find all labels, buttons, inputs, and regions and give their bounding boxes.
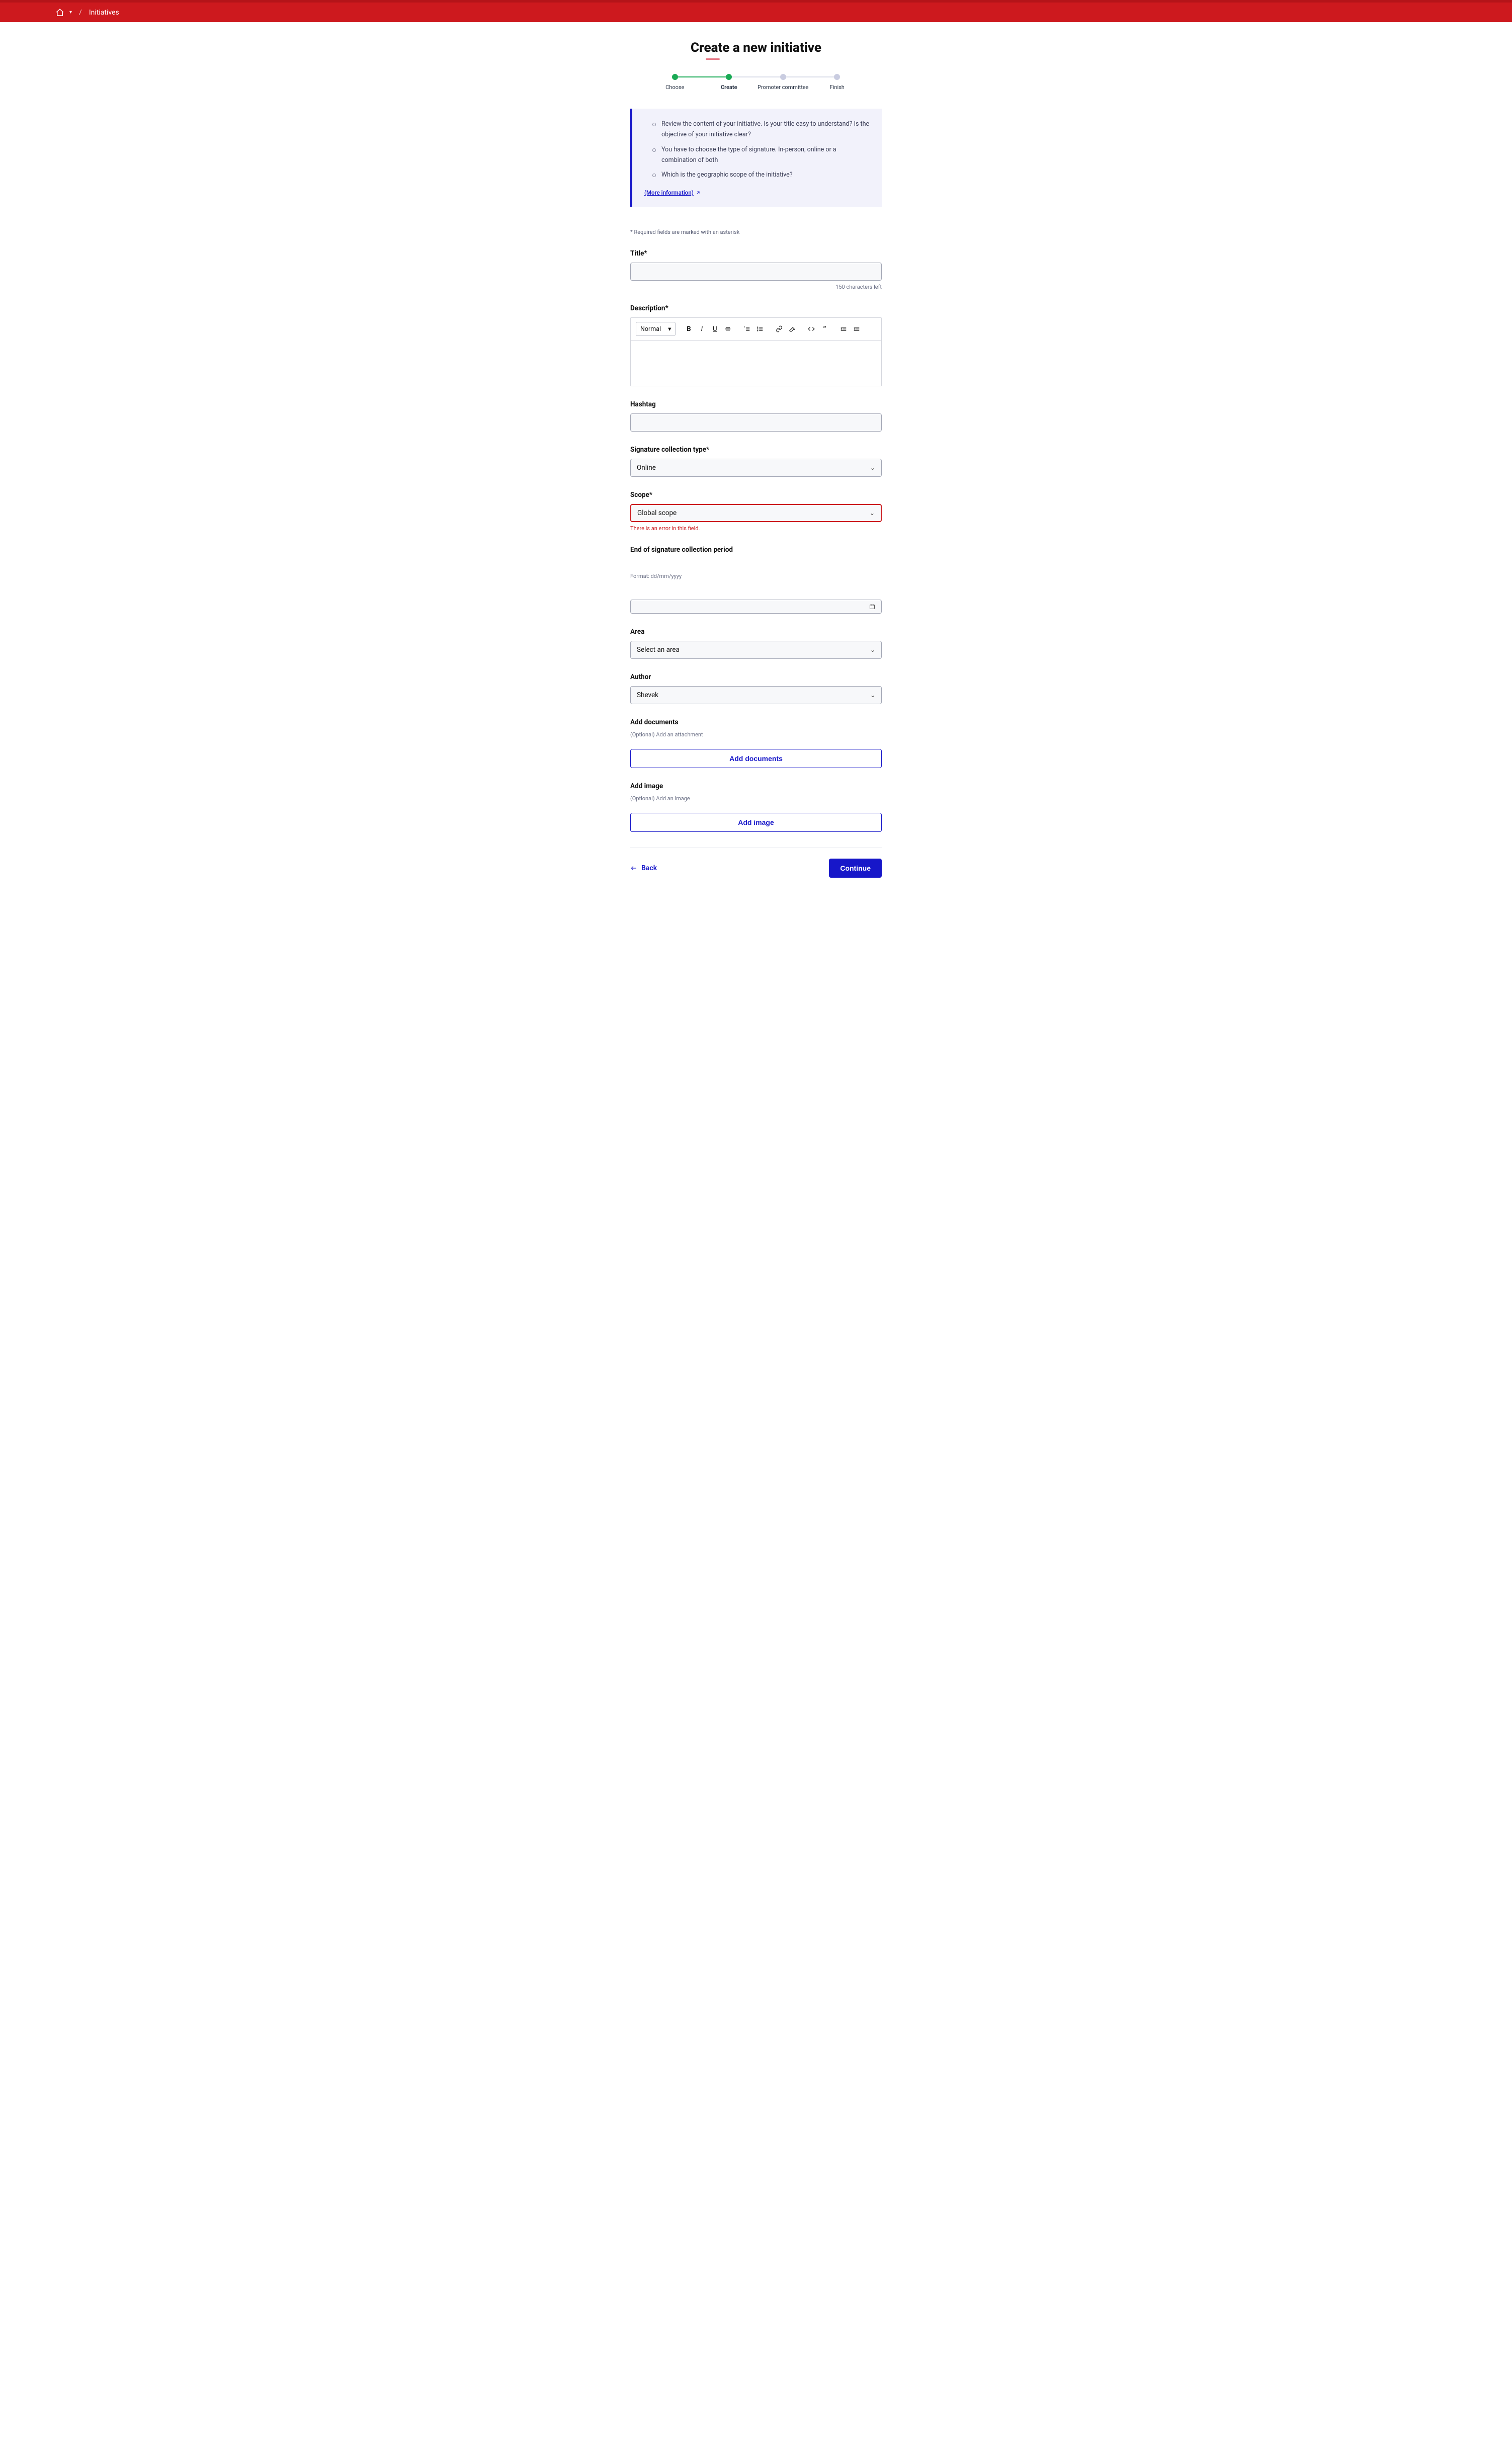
hashtag-input[interactable]	[630, 413, 882, 432]
step-label: Promoter committee	[758, 84, 809, 91]
rich-text-editor: Normal ▾ B I U 1 “	[630, 317, 882, 386]
back-label: Back	[641, 864, 657, 872]
outdent-icon[interactable]	[838, 324, 849, 334]
step-dot	[672, 74, 678, 80]
external-link-icon	[696, 190, 701, 195]
description-input[interactable]	[631, 341, 881, 386]
image-label: Add image	[630, 782, 882, 790]
title-input[interactable]	[630, 263, 882, 281]
more-information-text: (More information)	[644, 189, 694, 196]
info-item: Which is the geographic scope of the ini…	[652, 170, 870, 180]
step-dot	[834, 74, 840, 80]
info-callout: Review the content of your initiative. I…	[630, 109, 882, 207]
format-select[interactable]: Normal ▾	[636, 322, 676, 336]
code-icon[interactable]	[806, 324, 816, 334]
documents-label: Add documents	[630, 718, 882, 726]
image-hint: (Optional) Add an image	[630, 795, 882, 802]
rte-toolbar: Normal ▾ B I U 1 “	[631, 318, 881, 341]
area-select[interactable]: Select an area ⌄	[630, 641, 882, 659]
more-information-link[interactable]: (More information)	[644, 189, 701, 196]
arrow-left-icon	[630, 865, 637, 872]
link-icon[interactable]	[774, 324, 784, 334]
signature-type-select[interactable]: Online ⌄	[630, 459, 882, 477]
area-value: Select an area	[637, 646, 680, 654]
chevron-down-icon: ⌄	[870, 646, 875, 653]
home-icon[interactable]	[55, 8, 64, 17]
italic-icon[interactable]: I	[697, 324, 707, 334]
field-image: Add image (Optional) Add an image Add im…	[630, 782, 882, 832]
top-header: ▾ / Initiatives	[0, 0, 1512, 22]
scope-error-text: There is an error in this field.	[630, 525, 882, 532]
area-label: Area	[630, 628, 882, 636]
page-title: Create a new initiative	[605, 40, 907, 55]
step-dot	[726, 74, 732, 80]
field-title: Title* 150 characters left	[630, 249, 882, 290]
progress-stepper: Choose Create Promoter committee Finish	[648, 74, 864, 91]
step-label: Choose	[665, 84, 684, 91]
step-label: Create	[721, 84, 737, 91]
required-fields-note: * Required fields are marked with an ast…	[630, 229, 882, 235]
field-description: Description* Normal ▾ B I U 1	[630, 304, 882, 386]
signature-type-value: Online	[637, 464, 656, 472]
end-period-label: End of signature collection period	[630, 546, 882, 554]
chevron-down-icon: ⌄	[870, 464, 875, 471]
add-documents-button[interactable]: Add documents	[630, 749, 882, 768]
breadcrumb-separator: /	[79, 9, 82, 17]
calendar-icon	[869, 604, 875, 610]
svg-text:1: 1	[744, 326, 746, 329]
chevron-down-icon[interactable]: ▾	[69, 10, 72, 15]
format-select-value: Normal	[640, 325, 661, 333]
form-actions: Back Continue	[630, 847, 882, 878]
field-author: Author Shevek ⌄	[630, 673, 882, 704]
step-connector	[675, 76, 729, 77]
scope-select[interactable]: Global scope ⌄	[630, 504, 882, 522]
bold-icon[interactable]: B	[684, 324, 694, 334]
author-label: Author	[630, 673, 882, 681]
hashtag-label: Hashtag	[630, 400, 882, 408]
field-area: Area Select an area ⌄	[630, 628, 882, 659]
continue-button[interactable]: Continue	[829, 859, 882, 878]
underline-icon[interactable]: U	[710, 324, 720, 334]
scope-value: Global scope	[637, 509, 677, 517]
end-period-format-hint: Format: dd/mm/yyyy	[630, 573, 882, 579]
field-documents: Add documents (Optional) Add an attachme…	[630, 718, 882, 768]
step-connector	[783, 76, 837, 77]
step-connector	[729, 76, 783, 77]
breadcrumb-current[interactable]: Initiatives	[89, 9, 119, 17]
strikethrough-icon[interactable]	[723, 324, 733, 334]
scope-label: Scope*	[630, 491, 882, 499]
title-underline	[706, 58, 720, 60]
add-image-button[interactable]: Add image	[630, 813, 882, 832]
documents-hint: (Optional) Add an attachment	[630, 731, 882, 738]
field-end-period: End of signature collection period Forma…	[630, 546, 882, 614]
chevron-down-icon: ▾	[668, 325, 671, 333]
end-period-input[interactable]	[630, 600, 882, 614]
info-item: Review the content of your initiative. I…	[652, 119, 870, 140]
blockquote-icon[interactable]: “	[819, 324, 829, 334]
description-label: Description*	[630, 304, 882, 312]
back-button[interactable]: Back	[630, 864, 657, 872]
author-select[interactable]: Shevek ⌄	[630, 686, 882, 704]
step-choose: Choose	[648, 74, 702, 91]
ordered-list-icon[interactable]: 1	[742, 324, 752, 334]
info-item: You have to choose the type of signature…	[652, 144, 870, 166]
initiative-form: * Required fields are marked with an ast…	[630, 229, 882, 878]
chevron-down-icon: ⌄	[870, 510, 875, 517]
title-chars-left: 150 characters left	[630, 284, 882, 290]
field-scope: Scope* Global scope ⌄ There is an error …	[630, 491, 882, 532]
field-signature-type: Signature collection type* Online ⌄	[630, 446, 882, 477]
step-label: Finish	[830, 84, 845, 91]
indent-icon[interactable]	[852, 324, 862, 334]
chevron-down-icon: ⌄	[870, 692, 875, 699]
author-value: Shevek	[637, 691, 658, 699]
title-label: Title*	[630, 249, 882, 258]
unordered-list-icon[interactable]	[755, 324, 765, 334]
eraser-icon[interactable]	[787, 324, 797, 334]
step-dot	[780, 74, 786, 80]
field-hashtag: Hashtag	[630, 400, 882, 432]
signature-type-label: Signature collection type*	[630, 446, 882, 454]
